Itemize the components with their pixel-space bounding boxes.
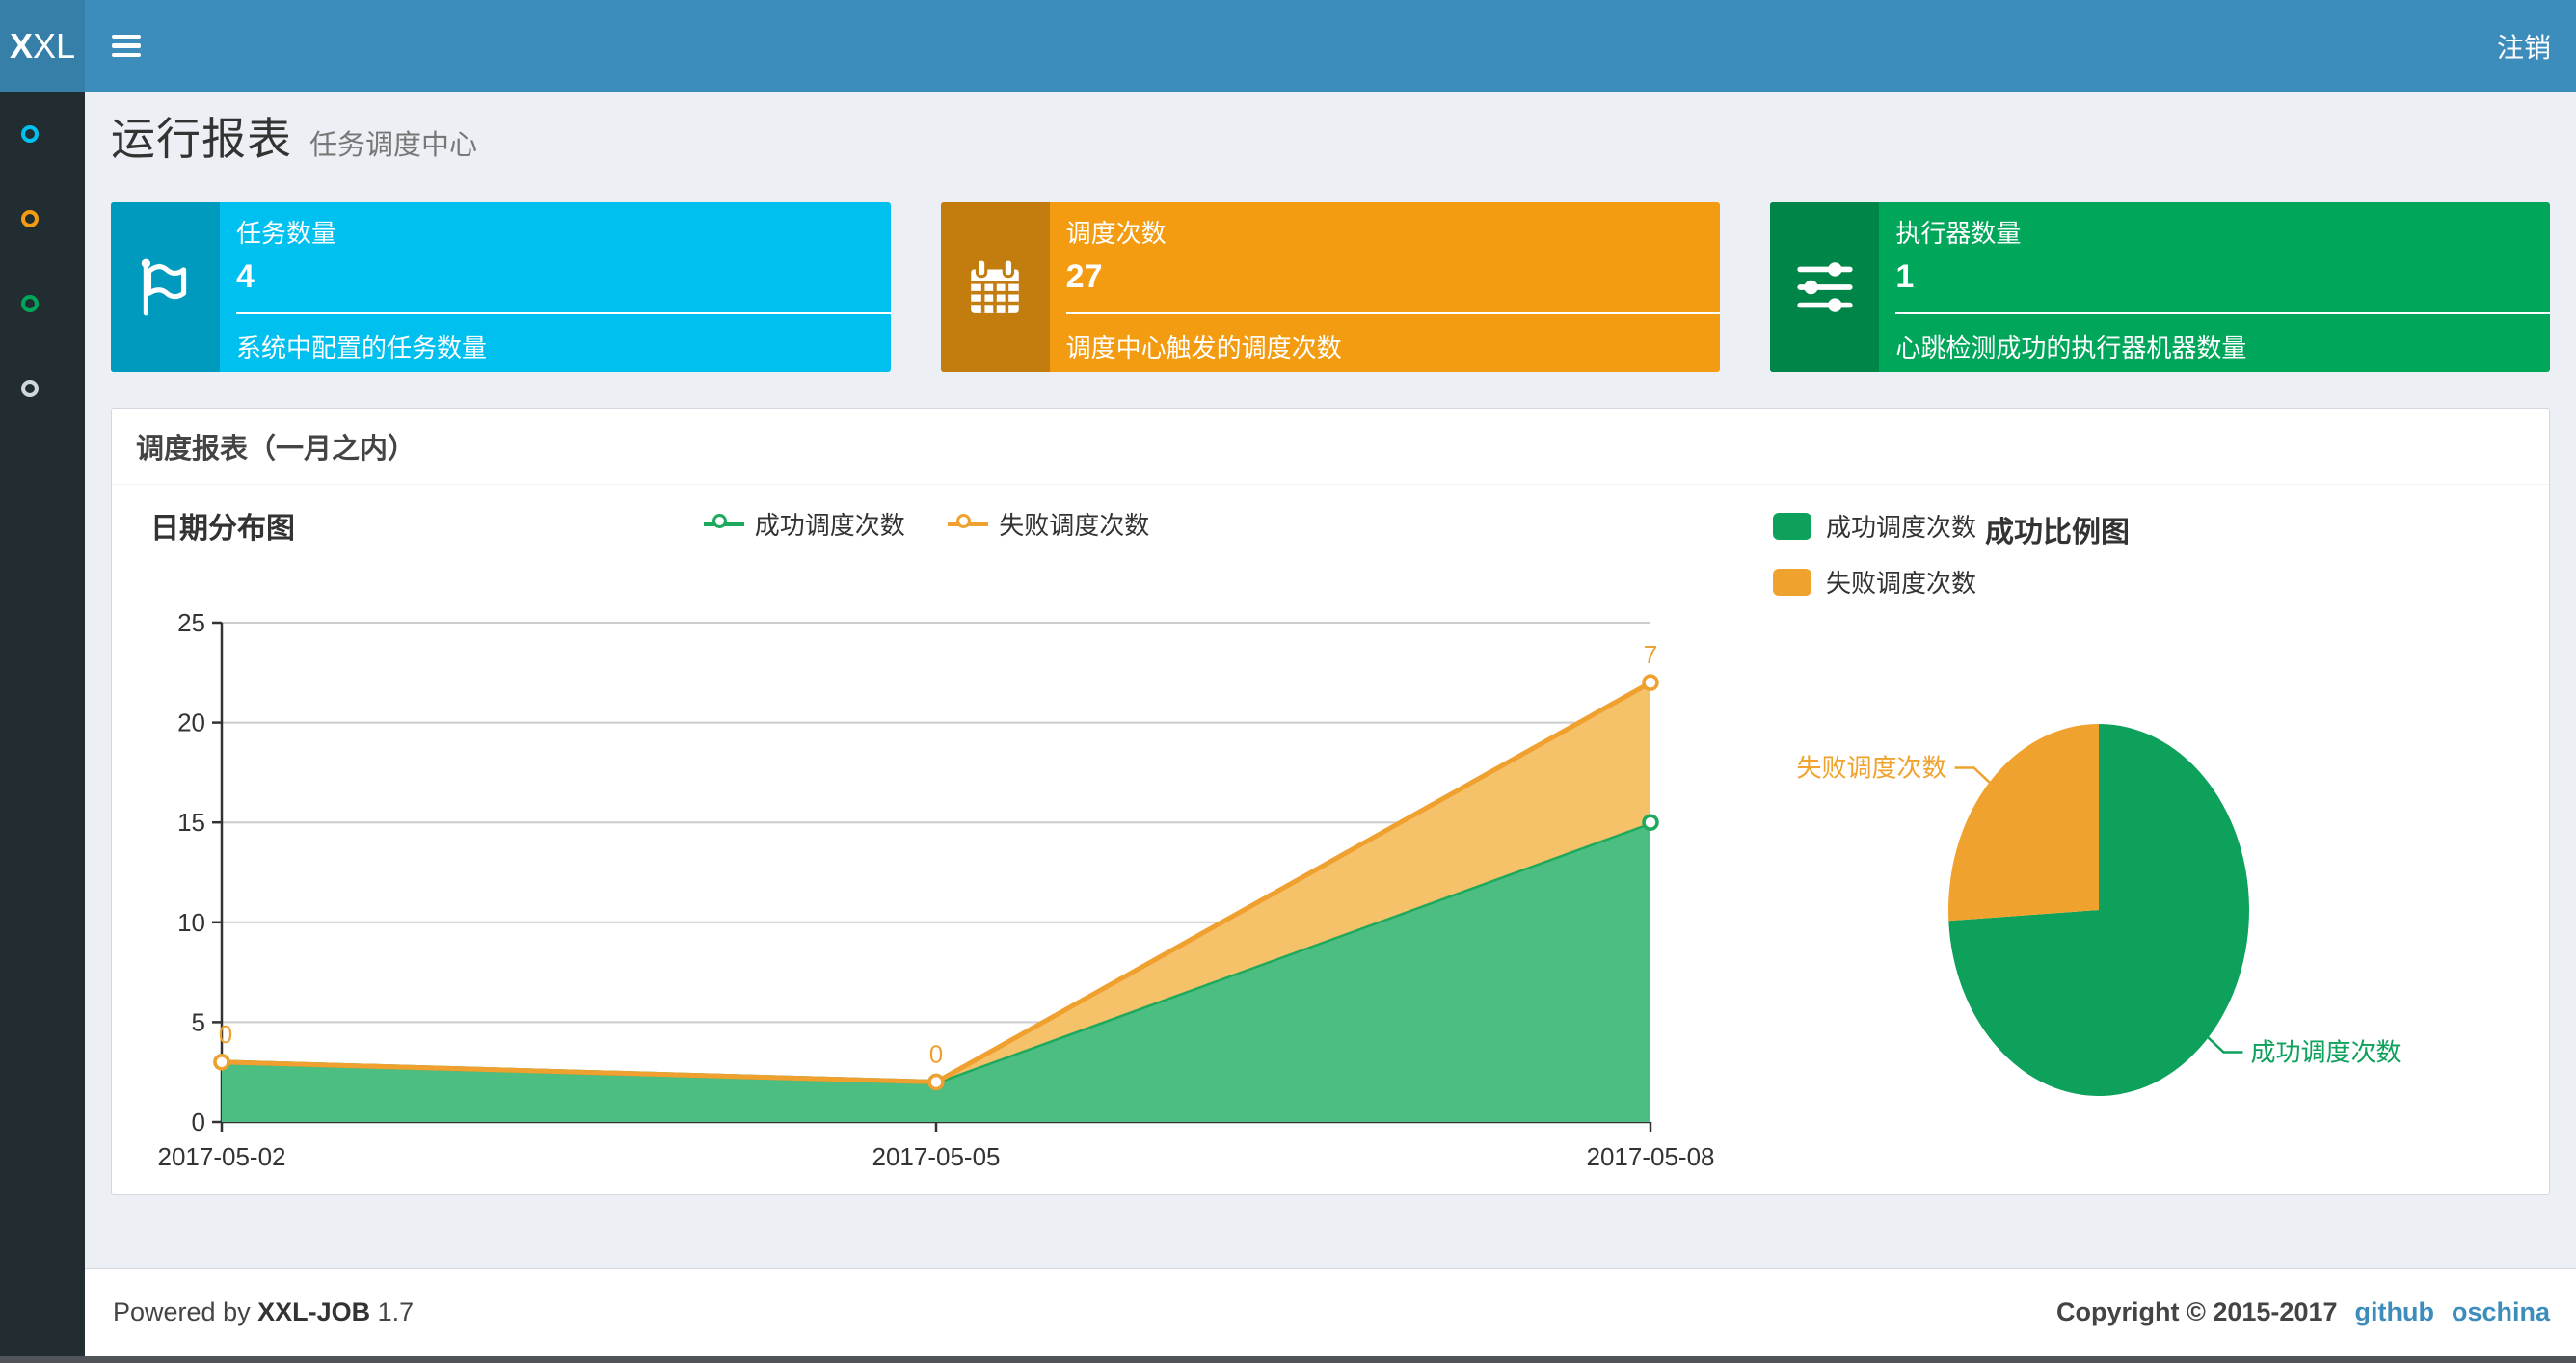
top-navbar: X XL 注销 <box>0 0 2576 92</box>
pie-label-line <box>1954 766 1991 784</box>
github-link[interactable]: github <box>2355 1297 2434 1327</box>
data-point-label: 0 <box>219 1020 232 1049</box>
version: 1.7 <box>377 1297 415 1326</box>
flag-icon <box>111 202 220 372</box>
sidebar-toggle-button[interactable] <box>85 0 168 92</box>
stat-card-value: 1 <box>1895 258 1915 295</box>
pie-chart-legend: 成功调度次数 失败调度次数 <box>1773 508 1976 620</box>
report-panel: 调度报表（一月之内） 日期分布图 成功调度次数 失败调度次数 0 5 10 15 20 2… <box>111 408 2550 1195</box>
sliders-icon <box>1770 202 1880 372</box>
success-ratio-pie-chart: 成功调度次数 失败调度次数 <box>1797 724 2401 1096</box>
app-logo[interactable]: X XL <box>0 0 85 92</box>
hamburger-icon <box>112 34 141 40</box>
sidebar-item-4[interactable] <box>0 346 85 431</box>
circle-icon <box>21 210 39 227</box>
y-axis-label: 5 <box>192 1007 205 1036</box>
date-distribution-chart: 05101520252017-05-02 2017-05-05 2017-05-08… <box>158 608 1715 1171</box>
y-axis-label: 0 <box>192 1108 205 1136</box>
sidebar-item-3[interactable] <box>0 261 85 346</box>
stat-card-jobs: 任务数量 4 系统中配置的任务数量 <box>111 202 891 372</box>
x-axis-label: 2017-05-05 <box>872 1142 1001 1171</box>
legend-item-success[interactable]: 成功调度次数 <box>703 506 905 542</box>
window-bottom-edge <box>0 1356 2576 1363</box>
data-point <box>213 1054 230 1071</box>
stat-card-value: 27 <box>1065 258 1103 295</box>
panel-title: 调度报表（一月之内） <box>112 409 2549 485</box>
divider <box>1895 312 2551 314</box>
sidebar-item-1[interactable] <box>0 92 85 176</box>
x-axis-label: 2017-05-08 <box>1587 1142 1715 1171</box>
copyright-text: Copyright © 2015-2017 <box>2055 1297 2338 1326</box>
page-subtitle: 任务调度中心 <box>309 130 478 161</box>
sidebar-item-2[interactable] <box>0 176 85 261</box>
footer: Powered by XXL-JOB 1.7 Copyright © 2015-… <box>85 1268 2576 1356</box>
stat-card-executors: 执行器数量 1 心跳检测成功的执行器机器数量 <box>1770 202 2551 372</box>
stat-card-description: 调度中心触发的调度次数 <box>1065 334 1342 362</box>
app-logo-text-bold: X <box>9 25 33 66</box>
line-series-icon <box>703 513 744 536</box>
line-series-icon <box>948 513 989 536</box>
data-point-label: 7 <box>1644 640 1657 669</box>
stat-card-value: 4 <box>236 258 255 295</box>
swatch-icon <box>1773 568 1811 596</box>
legend-item-success[interactable]: 成功调度次数 <box>1773 508 1976 544</box>
line-chart-legend: 成功调度次数 失败调度次数 <box>126 506 1727 542</box>
data-point <box>927 1073 945 1091</box>
pie-chart-title: 成功比例图 <box>1985 517 2130 548</box>
divider <box>1065 312 1721 314</box>
swatch-icon <box>1773 512 1811 540</box>
calendar-icon <box>940 202 1050 372</box>
data-point <box>1642 674 1659 691</box>
stat-card-description: 系统中配置的任务数量 <box>236 334 488 362</box>
stat-cards-row: 任务数量 4 系统中配置的任务数量 调度次数 27 调度中心触发的调度次数 执行… <box>111 202 2551 372</box>
brand-name: XXL-JOB <box>257 1297 371 1326</box>
circle-icon <box>21 380 39 397</box>
sidebar <box>0 92 85 1363</box>
divider <box>236 312 891 314</box>
y-axis-label: 10 <box>177 908 205 937</box>
pie-slice-1 <box>1948 724 2099 922</box>
stat-card-title: 执行器数量 <box>1895 219 2022 248</box>
stat-card-title: 调度次数 <box>1065 219 1167 248</box>
y-axis-label: 25 <box>177 608 205 637</box>
stat-card-title: 任务数量 <box>236 219 337 248</box>
y-axis-label: 15 <box>177 808 205 837</box>
powered-by: Powered by XXL-JOB 1.7 <box>113 1297 415 1326</box>
legend-item-fail[interactable]: 失败调度次数 <box>948 506 1149 542</box>
x-axis-label: 2017-05-02 <box>158 1142 286 1171</box>
legend-item-fail[interactable]: 失败调度次数 <box>1773 564 1976 600</box>
pie-label-line <box>2207 1036 2243 1054</box>
oschina-link[interactable]: oschina <box>2452 1297 2550 1327</box>
app-logo-text: XL <box>32 25 76 66</box>
pie-slice-label: 成功调度次数 <box>2250 1038 2401 1067</box>
page-title: 运行报表 <box>111 114 292 164</box>
pie-slice-label: 失败调度次数 <box>1797 753 1947 782</box>
stat-card-description: 心跳检测成功的执行器机器数量 <box>1895 334 2247 362</box>
page-heading: 运行报表 任务调度中心 <box>111 104 477 168</box>
y-axis-label: 20 <box>177 708 205 737</box>
data-point-label: 0 <box>929 1040 943 1069</box>
logout-button[interactable]: 注销 <box>2472 0 2576 92</box>
circle-icon <box>21 295 39 312</box>
circle-icon <box>21 125 39 143</box>
data-point <box>1642 814 1659 831</box>
stat-card-triggers: 调度次数 27 调度中心触发的调度次数 <box>940 202 1721 372</box>
